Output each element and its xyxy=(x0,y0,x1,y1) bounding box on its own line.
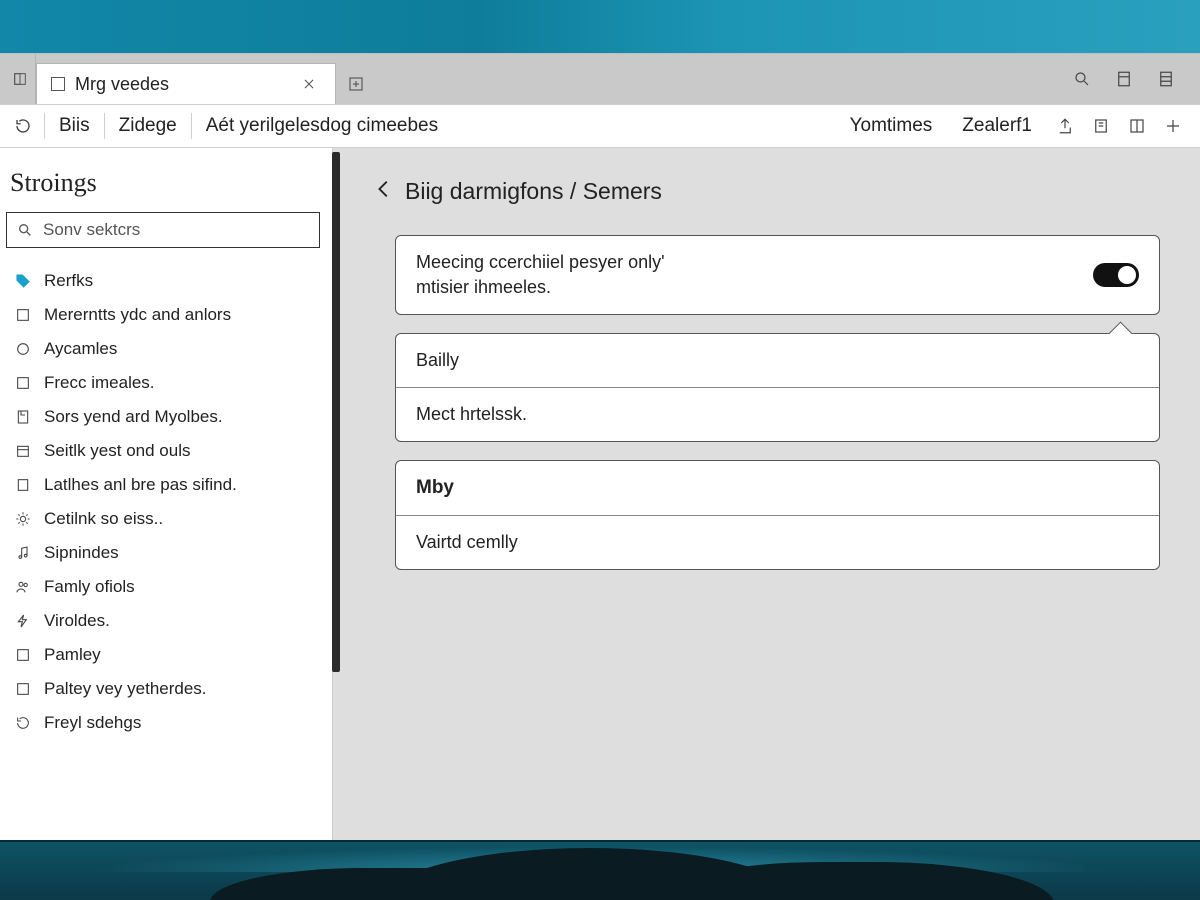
sidebar-item-7[interactable]: Cetilnk so eiss.. xyxy=(0,502,332,536)
content-title: Biig darmigfons / Semers xyxy=(405,178,662,205)
toolbar-link-2[interactable]: Zealerf1 xyxy=(950,115,1044,137)
sidebar-item-12[interactable]: Paltey vey yetherdes. xyxy=(0,672,332,706)
sidebar-item-8[interactable]: Sipnindes xyxy=(0,536,332,570)
content-header: Biig darmigfons / Semers xyxy=(373,178,1160,205)
gear-icon xyxy=(14,510,32,528)
sidebar-item-11[interactable]: Pamley xyxy=(0,638,332,672)
toolbar: Biis Zidege Aét yerilgelesdog cimeebes Y… xyxy=(0,104,1200,148)
square-icon xyxy=(14,306,32,324)
settings-content: Biig darmigfons / Semers Meecing ccerchi… xyxy=(333,148,1200,840)
sidebar-item-13[interactable]: Freyl sdehgs xyxy=(0,706,332,740)
toolbar-link-1[interactable]: Yomtimes xyxy=(838,115,945,137)
new-tab-button[interactable] xyxy=(336,63,376,104)
note-icon xyxy=(14,476,32,494)
settings-sidebar: Stroings Sonv sektcrs Rerfks Mererntts y… xyxy=(0,148,333,840)
back-button[interactable] xyxy=(373,178,395,205)
group-header-row: Mby xyxy=(396,461,1159,515)
square-icon xyxy=(14,646,32,664)
reading-list-icon[interactable] xyxy=(1086,111,1116,141)
sidebar-item-9[interactable]: Famly ofiols xyxy=(0,570,332,604)
doc-icon xyxy=(14,408,32,426)
bolt-icon xyxy=(14,612,32,630)
favorites-icon[interactable] xyxy=(1122,111,1152,141)
sidebar-item-10[interactable]: Viroldes. xyxy=(0,604,332,638)
tab-title: Mrg veedes xyxy=(75,74,287,95)
page-body: Stroings Sonv sektcrs Rerfks Mererntts y… xyxy=(0,148,1200,840)
circle-icon xyxy=(14,340,32,358)
browser-window: Mrg veedes Biis Zidege Aét yerilgelesdog… xyxy=(0,53,1200,840)
page-icon xyxy=(51,77,65,91)
option-row-1[interactable]: Bailly xyxy=(396,334,1159,387)
sidebar-item-6[interactable]: Latlhes anl bre pas sifind. xyxy=(0,468,332,502)
desktop-wallpaper-top xyxy=(0,0,1200,53)
tab-strip: Mrg veedes xyxy=(0,54,1200,104)
tab-close-button[interactable] xyxy=(297,72,321,96)
sidebar-item-0[interactable]: Rerfks xyxy=(0,264,332,298)
refresh-button[interactable] xyxy=(6,105,40,147)
refresh-icon xyxy=(14,714,32,732)
sidebar-scrollbar[interactable] xyxy=(332,152,340,672)
sidebar-item-3[interactable]: Frecc imeales. xyxy=(0,366,332,400)
breadcrumb-1[interactable]: Biis xyxy=(49,105,100,147)
sidebar-item-2[interactable]: Aycamles xyxy=(0,332,332,366)
titlebar-right-controls xyxy=(1068,54,1200,104)
sidebar-search-placeholder: Sonv sektcrs xyxy=(43,220,140,240)
music-icon xyxy=(14,544,32,562)
collections-icon[interactable] xyxy=(1152,65,1180,93)
browser-tab[interactable]: Mrg veedes xyxy=(36,63,336,104)
sidebar-list: Rerfks Mererntts ydc and anlors Aycamles… xyxy=(0,260,332,840)
toggle-row-line1: Meecing ccerchiiel pesyer only' xyxy=(416,252,1093,273)
share-icon[interactable] xyxy=(1050,111,1080,141)
desktop-wallpaper-bottom xyxy=(0,840,1200,900)
window-menu-button[interactable] xyxy=(4,54,36,104)
setting-card-toggle: Meecing ccerchiiel pesyer only' mtisier … xyxy=(395,235,1160,315)
search-icon[interactable] xyxy=(1068,65,1096,93)
toggle-switch[interactable] xyxy=(1093,263,1139,287)
sidebar-item-1[interactable]: Mererntts ydc and anlors xyxy=(0,298,332,332)
calendar-icon xyxy=(14,442,32,460)
sidebar-title: Stroings xyxy=(0,148,332,212)
breadcrumb-3[interactable]: Aét yerilgelesdog cimeebes xyxy=(196,105,448,147)
option-row-2[interactable]: Mect hrtelssk. xyxy=(396,387,1159,441)
sidebar-item-5[interactable]: Seitlk yest ond ouls xyxy=(0,434,332,468)
square-icon xyxy=(14,374,32,392)
toggle-row[interactable]: Meecing ccerchiiel pesyer only' mtisier … xyxy=(396,236,1159,314)
sidebar-search-input[interactable]: Sonv sektcrs xyxy=(6,212,320,248)
people-icon xyxy=(14,578,32,596)
group-row-1[interactable]: Vairtd cemlly xyxy=(396,515,1159,569)
setting-card-options: Bailly Mect hrtelssk. xyxy=(395,333,1160,442)
sidebar-item-4[interactable]: Sors yend ard Myolbes. xyxy=(0,400,332,434)
tag-icon xyxy=(14,272,32,290)
setting-card-group: Mby Vairtd cemlly xyxy=(395,460,1160,570)
more-icon[interactable] xyxy=(1158,111,1188,141)
breadcrumb-2[interactable]: Zidege xyxy=(109,105,187,147)
toggle-row-line2: mtisier ihmeeles. xyxy=(416,277,1093,298)
panel-icon[interactable] xyxy=(1110,65,1138,93)
square-icon xyxy=(14,680,32,698)
